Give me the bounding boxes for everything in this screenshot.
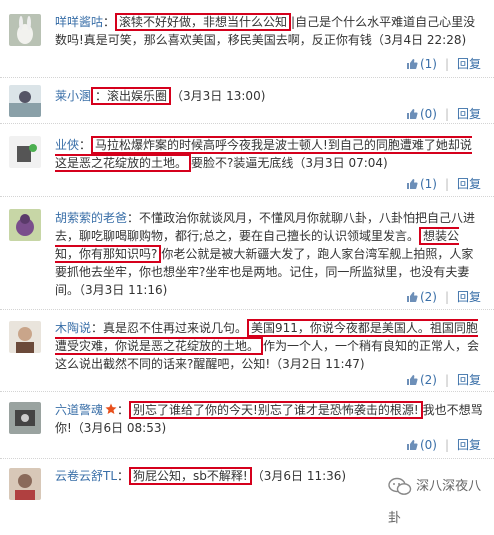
comment-actions: (1) | 回复 [406, 176, 481, 192]
comment-item: 木陶说：真是忍不住再过来说几句。 美国911，你说今夜都是美国人。祖国同胞遭受灾难… [0, 310, 494, 392]
thumbs-up-icon [406, 59, 418, 69]
avatar[interactable] [9, 136, 41, 168]
thumbs-up-icon [406, 109, 418, 119]
reply-button[interactable]: 回复 [457, 372, 481, 388]
comment-text: 六道警魂：别忘了谁给了你的今天!别忘了谁才是恐怖袭击的根源! 我也不想骂你!（3月… [55, 401, 483, 435]
wechat-icon [388, 477, 412, 495]
reply-button[interactable]: 回复 [457, 106, 481, 122]
comment-username[interactable]: 云卷云舒TL [55, 469, 117, 483]
comment-actions: (1) | 回复 [406, 56, 481, 72]
comment-username[interactable]: 业俠 [55, 138, 79, 152]
thumbs-up-icon [406, 375, 418, 385]
like-button[interactable]: (1) [406, 56, 437, 72]
like-button[interactable]: (2) [406, 289, 437, 305]
comment-username[interactable]: 咩咩酱咕 [55, 15, 103, 29]
star-badge-icon [105, 403, 117, 414]
comment-actions: (2) | 回复 [406, 289, 481, 305]
comment-username[interactable]: 木陶说 [55, 321, 91, 335]
like-button[interactable]: (0) [406, 106, 437, 122]
reply-button[interactable]: 回复 [457, 56, 481, 72]
comment-text: 木陶说：真是忍不住再过来说几句。 美国911，你说今夜都是美国人。祖国同胞遭受灾难… [55, 319, 480, 371]
avatar[interactable] [9, 402, 41, 434]
comment-item: 咩咩酱咕： 滚犊不好好做，非想当什么公知 |自己是个什么水平难道自己心里没数吗!真是… [0, 0, 494, 78]
thumbs-up-icon [406, 179, 418, 189]
thumbs-up-icon [406, 292, 418, 302]
comment-text: 莱小溷 ：滚出娱乐圈 （3月3日 13:00) [55, 87, 266, 105]
comment-text: 云卷云舒TL： 狗屁公知，sb不解释! （3月6日 11:36) [55, 467, 347, 485]
comment-item: 胡萦萦的老爸：不懂政治你就谈风月，不懂风月你就聊八卦，八卦怕把自己八进去，聊吃聊… [0, 197, 494, 310]
like-button[interactable]: (0) [406, 437, 437, 453]
avatar[interactable] [9, 14, 41, 46]
like-button[interactable]: (2) [406, 372, 437, 388]
avatar[interactable] [9, 321, 41, 353]
comment-username[interactable]: 胡萦萦的老爸 [55, 211, 127, 225]
comment-text: 胡萦萦的老爸：不懂政治你就谈风月，不懂风月你就聊八卦，八卦怕把自己八进去，聊吃聊… [55, 211, 476, 297]
comment-actions: (0) | 回复 [406, 437, 481, 453]
like-button[interactable]: (1) [406, 176, 437, 192]
reply-button[interactable]: 回复 [457, 289, 481, 305]
comment-actions: (2) | 回复 [406, 372, 481, 388]
comment-item: 六道警魂：别忘了谁给了你的今天!别忘了谁才是恐怖袭击的根源! 我也不想骂你!（3月… [0, 392, 494, 459]
reply-button[interactable]: 回复 [457, 437, 481, 453]
avatar[interactable] [9, 468, 41, 500]
avatar[interactable] [9, 209, 41, 241]
comment-text: 业俠： 马拉松爆炸案的时候高呼今夜我是波士顿人!到自己的同胞遭难了她却说这是恶之花… [55, 136, 472, 172]
comment-username[interactable]: 六道警魂 [55, 403, 103, 417]
comment-item: 莱小溷 ：滚出娱乐圈 （3月3日 13:00) (0) | 回复 [0, 78, 494, 124]
reply-button[interactable]: 回复 [457, 176, 481, 192]
comment-item: 业俠： 马拉松爆炸案的时候高呼今夜我是波士顿人!到自己的同胞遭难了她却说这是恶之花… [0, 124, 494, 197]
comment-text: 咩咩酱咕： 滚犊不好好做，非想当什么公知 |自己是个什么水平难道自己心里没数吗!真是… [55, 13, 476, 47]
thumbs-up-icon [406, 440, 418, 450]
highlight-box: 滚犊不好好做，非想当什么公知 [115, 13, 292, 31]
comment-actions: (0) | 回复 [406, 106, 481, 122]
watermark: 深八深夜八卦 [388, 471, 488, 526]
highlight-box: 别忘了谁给了你的今天!别忘了谁才是恐怖袭击的根源! [129, 401, 423, 419]
avatar[interactable] [9, 85, 41, 117]
highlight-box: ：滚出娱乐圈 [91, 87, 172, 105]
comment-username[interactable]: 莱小溷 [55, 89, 91, 103]
highlight-box: 狗屁公知，sb不解释! [129, 467, 252, 485]
